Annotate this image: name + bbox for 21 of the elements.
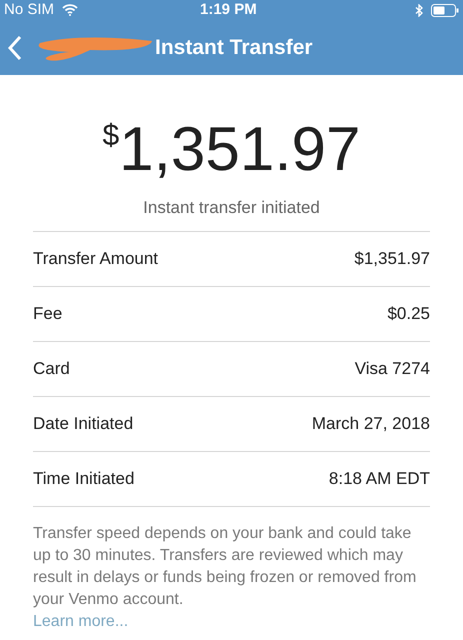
- detail-label: Transfer Amount: [33, 248, 158, 270]
- detail-value: $1,351.97: [354, 248, 430, 270]
- detail-label: Card: [33, 358, 70, 380]
- wifi-icon: [62, 4, 78, 16]
- detail-value: 8:18 AM EDT: [328, 468, 430, 490]
- learn-more-link[interactable]: Learn more...: [33, 612, 128, 630]
- detail-value: Visa 7274: [354, 358, 430, 380]
- battery-icon: [431, 4, 459, 16]
- notice-text: Transfer speed depends on your bank and could take up to 30 minutes. Transfers are reviewed which may result in delays or funds being frozen or removed from your Venmo account.: [33, 524, 418, 610]
- detail-value: $0.25: [387, 302, 430, 325]
- status-caption: Instant transfer initiated: [143, 197, 320, 219]
- detail-label: Date Initiated: [33, 412, 134, 435]
- carrier-text: No SIM: [4, 0, 54, 20]
- amount-text: $1,351.97: [102, 119, 361, 181]
- detail-label: Fee: [33, 302, 62, 325]
- bluetooth-icon: [415, 4, 423, 16]
- clock-text: 1:19 PM: [200, 0, 257, 20]
- back-icon[interactable]: [8, 34, 22, 60]
- screen-title: Instant Transfer: [155, 34, 313, 61]
- detail-label: Time Initiated: [33, 468, 134, 490]
- detail-value: March 27, 2018: [312, 412, 430, 435]
